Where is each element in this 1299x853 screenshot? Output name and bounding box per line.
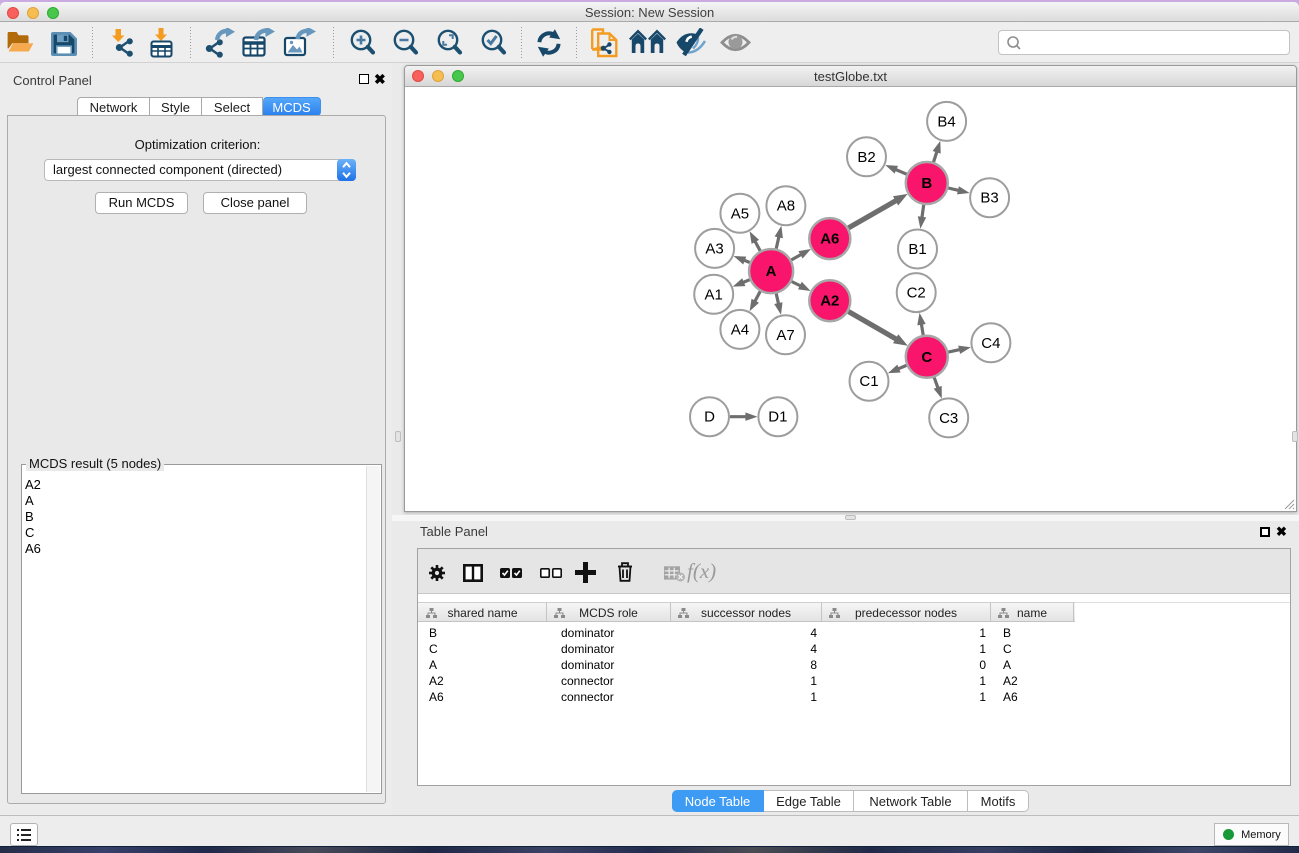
svg-text:C2: C2	[907, 285, 926, 302]
svg-text:A5: A5	[731, 205, 749, 222]
svg-text:A8: A8	[777, 198, 795, 215]
svg-text:B4: B4	[937, 113, 955, 130]
svg-text:B2: B2	[857, 149, 875, 166]
svg-text:A4: A4	[731, 321, 749, 338]
svg-text:B1: B1	[908, 241, 926, 258]
svg-text:D1: D1	[768, 409, 787, 426]
svg-text:C4: C4	[981, 335, 1000, 352]
svg-text:B3: B3	[980, 190, 998, 207]
svg-text:C3: C3	[939, 410, 958, 427]
svg-text:A3: A3	[705, 240, 723, 257]
svg-text:D: D	[704, 409, 715, 426]
svg-text:C1: C1	[859, 373, 878, 390]
svg-text:A7: A7	[776, 327, 794, 344]
svg-text:A: A	[766, 263, 777, 280]
svg-text:A6: A6	[820, 231, 839, 248]
svg-text:B: B	[921, 175, 932, 192]
svg-text:A2: A2	[820, 293, 839, 310]
svg-text:C: C	[921, 349, 932, 366]
svg-text:A1: A1	[705, 286, 723, 303]
